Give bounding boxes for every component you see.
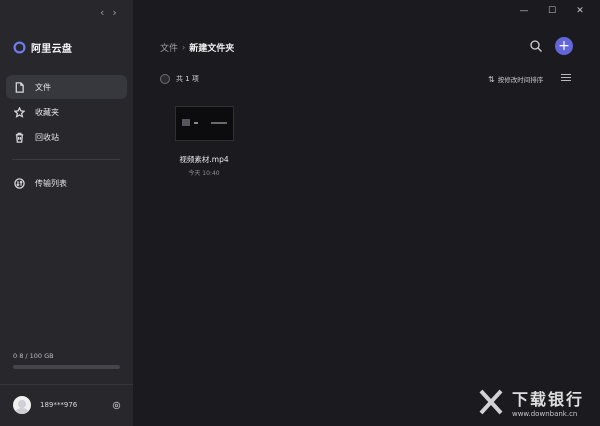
sort-label: 按修改时间排序 <box>497 76 544 84</box>
breadcrumb-root[interactable]: 文件 <box>160 41 178 54</box>
settings-gear-icon[interactable] <box>112 401 121 410</box>
breadcrumb-separator: › <box>182 43 186 52</box>
aliyun-drive-logo-icon <box>13 41 26 54</box>
sort-button[interactable]: ⇅ 按修改时间排序 <box>488 74 544 85</box>
back-arrow-icon[interactable]: ‹ <box>100 6 104 19</box>
minimize-button[interactable]: — <box>510 4 538 18</box>
user-profile[interactable]: 189***976 <box>13 396 121 414</box>
downbank-logo-icon <box>479 389 503 415</box>
sort-icon: ⇅ <box>488 74 495 84</box>
watermark-title: 下载银行 <box>511 390 584 409</box>
main-content: — ☐ ✕ 文件 › 新建文件夹 + 共 1 项 ⇅ 按修改时间排序 视频素材.… <box>133 0 600 426</box>
sidebar-item-label: 收藏夹 <box>35 107 59 117</box>
breadcrumb: 文件 › 新建文件夹 <box>160 41 234 54</box>
add-button[interactable]: + <box>555 37 573 55</box>
sidebar-item-favorites[interactable]: 收藏夹 <box>6 100 127 124</box>
file-date: 今天 10:40 <box>188 170 220 177</box>
avatar[interactable] <box>13 396 31 414</box>
list-view-icon[interactable] <box>561 74 571 83</box>
star-icon <box>14 106 25 118</box>
sidebar-divider <box>12 159 120 160</box>
username: 189***976 <box>40 401 78 409</box>
storage-usage-text: 0 8 / 100 GB <box>13 352 54 360</box>
trash-icon <box>15 132 24 143</box>
watermark-url: www.downbank.cn <box>511 410 578 418</box>
file-name: 视频素材.mp4 <box>179 155 229 164</box>
app-window: ‹ › 阿里云盘 文件 收藏夹 回收站 传输列表 0 8 / 100 GB 18… <box>0 0 600 426</box>
search-icon[interactable] <box>529 39 543 53</box>
forward-arrow-icon[interactable]: › <box>112 6 116 19</box>
sidebar-item-label: 文件 <box>35 82 51 92</box>
sidebar: ‹ › 阿里云盘 文件 收藏夹 回收站 传输列表 0 8 / 100 GB 18… <box>0 0 133 426</box>
brand-name: 阿里云盘 <box>31 44 73 55</box>
item-count: 共 1 项 <box>176 75 199 83</box>
storage-progress-bar <box>13 365 120 369</box>
sidebar-item-label: 回收站 <box>35 132 59 142</box>
sidebar-item-trash[interactable]: 回收站 <box>6 125 127 149</box>
history-nav: ‹ › <box>100 6 117 19</box>
file-item[interactable]: 视频素材.mp4 今天 10:40 <box>173 106 235 177</box>
transfer-icon <box>14 177 25 189</box>
window-controls: — ☐ ✕ <box>510 4 594 18</box>
file-icon <box>15 81 24 93</box>
brand: 阿里云盘 <box>13 40 72 55</box>
select-all-checkbox[interactable] <box>160 74 170 84</box>
video-thumbnail <box>174 106 234 141</box>
sidebar-item-label: 传输列表 <box>35 178 67 188</box>
select-all-row: 共 1 项 <box>160 74 199 84</box>
sidebar-nav: 文件 收藏夹 回收站 <box>6 75 127 150</box>
sidebar-bottom-divider <box>0 384 133 385</box>
close-button[interactable]: ✕ <box>566 4 594 18</box>
sidebar-item-transfers[interactable]: 传输列表 <box>6 171 127 195</box>
maximize-button[interactable]: ☐ <box>538 4 566 18</box>
breadcrumb-current: 新建文件夹 <box>189 44 235 54</box>
sidebar-item-files[interactable]: 文件 <box>6 75 127 99</box>
watermark: 下载银行 www.downbank.cn <box>476 386 584 418</box>
sidebar-nav-secondary: 传输列表 <box>6 171 127 196</box>
